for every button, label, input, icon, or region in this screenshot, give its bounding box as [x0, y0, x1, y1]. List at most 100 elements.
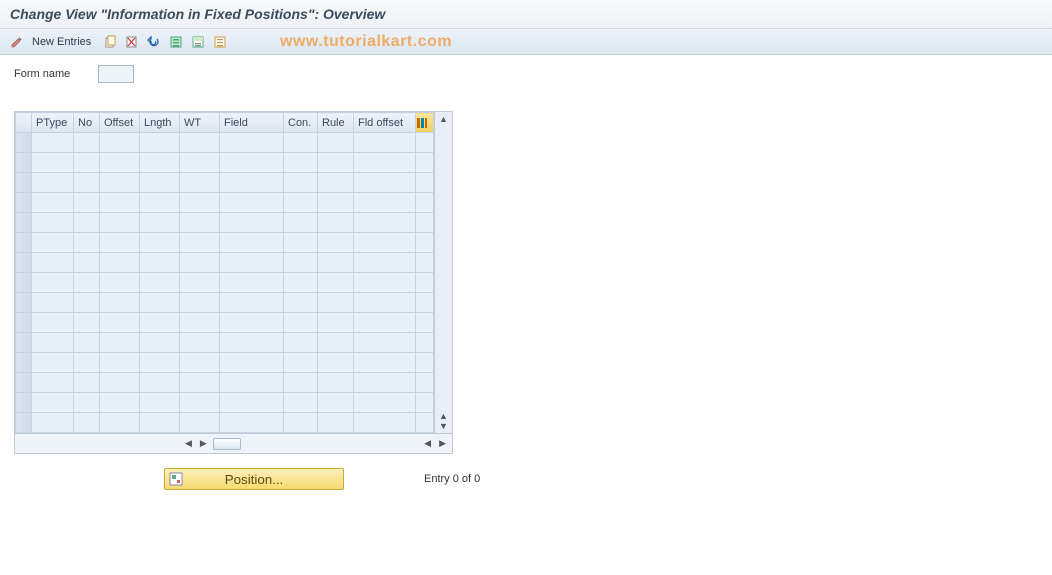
cell[interactable] — [32, 173, 74, 193]
select-block-icon[interactable] — [189, 33, 207, 51]
cell[interactable] — [220, 353, 284, 373]
cell[interactable] — [74, 213, 100, 233]
cell[interactable] — [220, 393, 284, 413]
cell[interactable] — [100, 273, 140, 293]
cell[interactable] — [318, 393, 354, 413]
cell[interactable] — [318, 193, 354, 213]
cell[interactable] — [32, 133, 74, 153]
col-header[interactable]: Lngth — [140, 113, 180, 133]
scroll-right-end-icon[interactable]: ▶ — [437, 438, 448, 449]
row-selector[interactable] — [16, 413, 32, 433]
col-header[interactable]: Con. — [284, 113, 318, 133]
scroll-right-icon[interactable]: ▶ — [198, 438, 209, 449]
cell[interactable] — [354, 153, 416, 173]
cell[interactable] — [74, 393, 100, 413]
row-selector[interactable] — [16, 213, 32, 233]
horizontal-scrollbar[interactable]: ◀ ▶ ◀ ▶ — [15, 433, 452, 453]
cell[interactable] — [284, 133, 318, 153]
cell[interactable] — [354, 413, 416, 433]
cell[interactable] — [140, 353, 180, 373]
cell[interactable] — [220, 273, 284, 293]
cell[interactable] — [100, 393, 140, 413]
cell[interactable] — [180, 233, 220, 253]
cell[interactable] — [354, 293, 416, 313]
deselect-all-icon[interactable] — [211, 33, 229, 51]
cell[interactable] — [32, 193, 74, 213]
scroll-down-icon[interactable]: ▲ — [439, 411, 448, 421]
cell[interactable] — [32, 213, 74, 233]
cell[interactable] — [180, 153, 220, 173]
cell[interactable] — [354, 193, 416, 213]
cell[interactable] — [74, 413, 100, 433]
cell[interactable] — [354, 333, 416, 353]
cell[interactable] — [32, 393, 74, 413]
cell[interactable] — [318, 333, 354, 353]
cell[interactable] — [180, 393, 220, 413]
cell[interactable] — [32, 413, 74, 433]
cell[interactable] — [180, 133, 220, 153]
cell[interactable] — [318, 353, 354, 373]
cell[interactable] — [100, 353, 140, 373]
new-entries-button[interactable]: New Entries — [30, 36, 97, 48]
cell[interactable] — [284, 393, 318, 413]
cell[interactable] — [140, 333, 180, 353]
vertical-scrollbar[interactable]: ▲ ▲ ▼ — [434, 112, 452, 433]
cell[interactable] — [284, 333, 318, 353]
cell[interactable] — [284, 173, 318, 193]
cell[interactable] — [220, 233, 284, 253]
cell[interactable] — [140, 193, 180, 213]
cell[interactable] — [180, 373, 220, 393]
cell[interactable] — [100, 413, 140, 433]
position-button[interactable]: Position... — [164, 468, 344, 490]
row-selector-header[interactable] — [16, 113, 32, 133]
cell[interactable] — [180, 413, 220, 433]
cell[interactable] — [220, 153, 284, 173]
cell[interactable] — [180, 333, 220, 353]
cell[interactable] — [284, 213, 318, 233]
scroll-left-end-icon[interactable]: ◀ — [422, 438, 433, 449]
cell[interactable] — [140, 253, 180, 273]
row-selector[interactable] — [16, 353, 32, 373]
delete-icon[interactable] — [123, 33, 141, 51]
data-grid[interactable]: PTypeNoOffsetLngthWTFieldCon.RuleFld off… — [15, 112, 434, 433]
cell[interactable] — [318, 293, 354, 313]
cell[interactable] — [140, 293, 180, 313]
cell[interactable] — [180, 313, 220, 333]
scroll-down-icon-2[interactable]: ▼ — [439, 421, 448, 431]
cell[interactable] — [354, 393, 416, 413]
col-header[interactable]: No — [74, 113, 100, 133]
cell[interactable] — [140, 213, 180, 233]
col-header[interactable]: Rule — [318, 113, 354, 133]
cell[interactable] — [284, 353, 318, 373]
cell[interactable] — [100, 333, 140, 353]
cell[interactable] — [318, 133, 354, 153]
cell[interactable] — [32, 253, 74, 273]
cell[interactable] — [220, 313, 284, 333]
cell[interactable] — [32, 353, 74, 373]
cell[interactable] — [32, 153, 74, 173]
cell[interactable] — [180, 293, 220, 313]
cell[interactable] — [318, 313, 354, 333]
cell[interactable] — [220, 173, 284, 193]
cell[interactable] — [354, 273, 416, 293]
cell[interactable] — [32, 273, 74, 293]
cell[interactable] — [140, 413, 180, 433]
cell[interactable] — [74, 153, 100, 173]
cell[interactable] — [74, 353, 100, 373]
cell[interactable] — [74, 313, 100, 333]
cell[interactable] — [354, 233, 416, 253]
cell[interactable] — [74, 273, 100, 293]
cell[interactable] — [140, 133, 180, 153]
cell[interactable] — [284, 413, 318, 433]
form-name-field[interactable] — [98, 65, 134, 83]
cell[interactable] — [74, 233, 100, 253]
cell[interactable] — [180, 353, 220, 373]
row-selector[interactable] — [16, 373, 32, 393]
cell[interactable] — [100, 173, 140, 193]
cell[interactable] — [74, 333, 100, 353]
cell[interactable] — [74, 293, 100, 313]
cell[interactable] — [220, 213, 284, 233]
cell[interactable] — [284, 193, 318, 213]
cell[interactable] — [284, 253, 318, 273]
cell[interactable] — [318, 273, 354, 293]
